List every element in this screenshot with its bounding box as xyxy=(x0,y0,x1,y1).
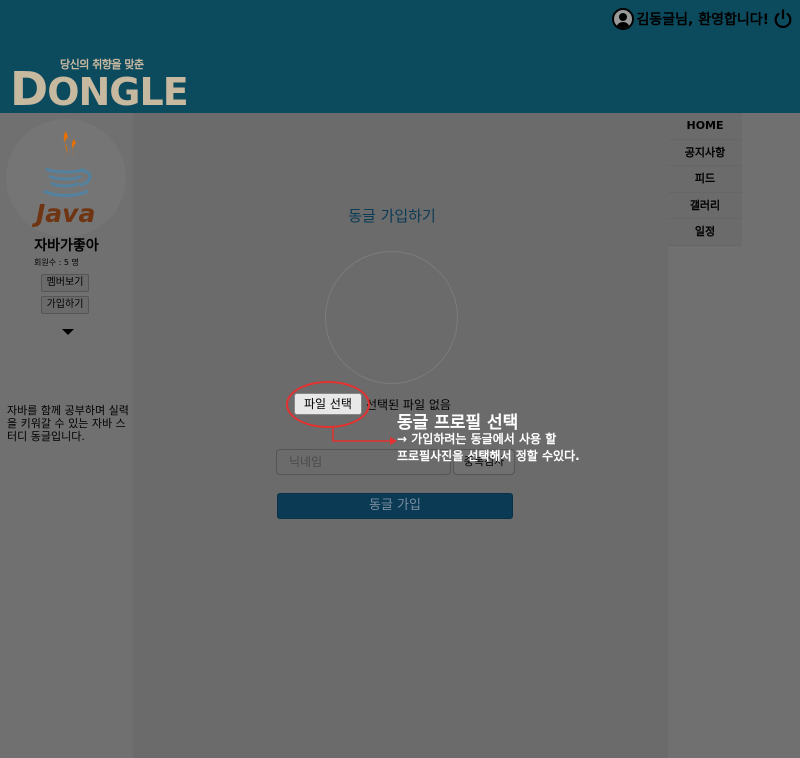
nav-item-home[interactable]: HOME xyxy=(668,113,742,140)
welcome-message: 김동글님, 환영합니다! xyxy=(636,12,770,28)
member-count: 회원수 : 5 명 xyxy=(34,258,79,267)
header: 당신의 취향을 맞춘 DONGLE 김동글님, 환영합니다! xyxy=(0,0,800,116)
club-nav-menu: HOME 공지사항 피드 갤러리 일정 xyxy=(668,113,742,246)
annotation-text-line: → 가입하려는 동글에서 사용 할 xyxy=(397,432,557,446)
java-cup-icon xyxy=(43,131,92,197)
user-area: 김동글님, 환영합니다! xyxy=(611,8,795,30)
nav-item-gallery[interactable]: 갤러리 xyxy=(668,192,742,220)
nav-item-feed[interactable]: 피드 xyxy=(668,166,742,193)
expand-arrow-icon[interactable] xyxy=(62,329,74,335)
annotation-highlight-ellipse xyxy=(286,381,370,428)
profile-photo-preview xyxy=(325,251,458,384)
annotation-text-line: 프로필사진을 선택해서 정할 수있다. xyxy=(397,449,580,463)
logo[interactable]: 당신의 취향을 맞춘 DONGLE xyxy=(10,56,189,116)
nav-item-notice[interactable]: 공지사항 xyxy=(668,139,742,167)
logo-first-letter: D xyxy=(10,62,48,116)
page-title: 동글 가입하기 xyxy=(348,207,436,225)
club-profile-image: Java xyxy=(6,119,126,237)
power-icon[interactable] xyxy=(772,8,794,30)
logo-wordmark: DONGLE xyxy=(10,62,189,116)
club-name: 자바가좋아 xyxy=(34,238,99,254)
join-club-button[interactable]: 가입하기 xyxy=(41,296,89,314)
submit-join-button[interactable]: 동글 가입 xyxy=(277,493,513,519)
nav-item-schedule[interactable]: 일정 xyxy=(668,219,742,246)
java-label: Java xyxy=(36,199,96,228)
view-members-button[interactable]: 멤버보기 xyxy=(41,274,89,292)
club-description: 자바를 함께 공부하며 실력을 키워갈 수 있는 자바 스터디 동글입니다. xyxy=(7,404,129,443)
logo-rest: ONGLE xyxy=(47,70,188,114)
club-sidebar: Java 자바가좋아 회원수 : 5 명 멤버보기 가입하기 자바를 함께 공부… xyxy=(0,113,133,758)
user-icon[interactable] xyxy=(611,8,634,30)
